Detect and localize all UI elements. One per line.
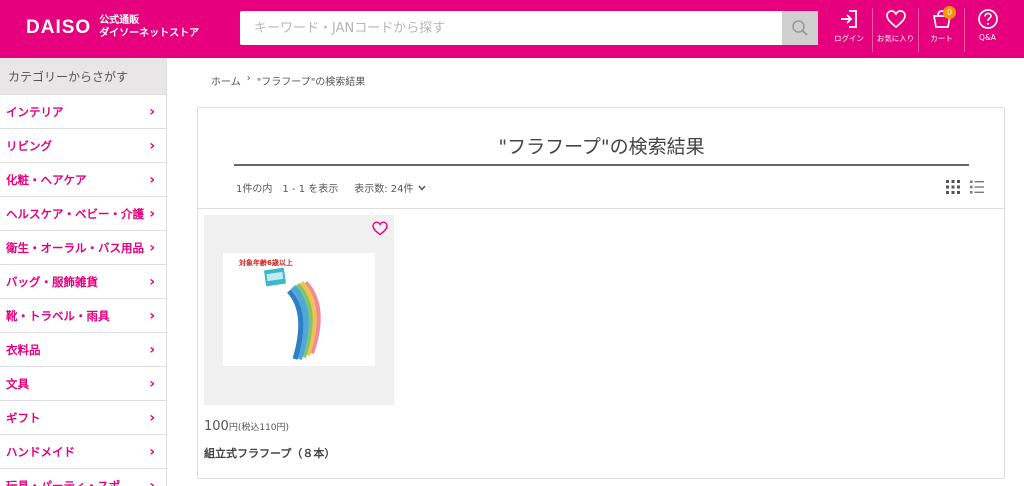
sidebar-item-living[interactable]: リビング › (0, 129, 166, 163)
sidebar-item-label: インテリア (6, 104, 64, 119)
list-view-icon[interactable] (970, 180, 984, 194)
qa-label: Q&A (979, 33, 996, 42)
breadcrumb-home[interactable]: ホーム (211, 73, 241, 88)
heart-icon (885, 10, 906, 29)
qa-button[interactable]: Q&A (964, 8, 1010, 52)
chevron-right-icon: › (149, 137, 155, 154)
sidebar-item-label: ヘルスケア・ベビー・介護 (6, 206, 144, 221)
search-input[interactable] (240, 11, 782, 45)
favorite-heart-icon[interactable] (372, 221, 388, 236)
sidebar-title: カテゴリーからさがす (0, 58, 166, 95)
search-button[interactable] (782, 11, 818, 45)
logo-line-2: ダイソーネットストア (99, 28, 200, 39)
per-page-select[interactable]: 表示数: 24件 (354, 180, 426, 195)
breadcrumb-separator: › (246, 73, 251, 84)
sidebar-item-healthcare[interactable]: ヘルスケア・ベビー・介護 › (0, 197, 166, 231)
header-actions: ログイン お気に入り 0 カート Q&A (826, 6, 1010, 52)
cart-button[interactable]: 0 カート (918, 6, 964, 52)
product-image-frame[interactable]: 対象年齢6歳以上 (204, 215, 394, 405)
search-icon (792, 20, 808, 36)
page-title: "フラフープ"の検索結果 (234, 132, 969, 166)
sidebar-item-bags[interactable]: バッグ・服飾雑貨 › (0, 265, 166, 299)
product-card[interactable]: 対象年齢6歳以上 100円(税込110円) 組立式フラフープ（８本） (204, 215, 394, 461)
search-results-panel: "フラフープ"の検索結果 1件の内 1 - 1 を表示 表示数: 24件 対象年… (197, 107, 1005, 479)
price-value: 100 (204, 419, 229, 434)
site-header: DAISO 公式通販 ダイソーネットストア ログイン (0, 0, 1024, 58)
sidebar-item-label: リビング (6, 138, 52, 153)
sidebar-item-toys[interactable]: 玩具・パーティ・スポ › (0, 469, 166, 486)
sidebar-item-hygiene[interactable]: 衛生・オーラル・バス用品 › (0, 231, 166, 265)
sidebar-item-shoes[interactable]: 靴・トラベル・雨具 › (0, 299, 166, 333)
chevron-right-icon: › (149, 341, 155, 358)
product-photo: 対象年齢6歳以上 (223, 253, 375, 366)
logo-wordmark: DAISO (26, 16, 92, 38)
product-package-label: 対象年齢6歳以上 (238, 258, 293, 267)
chevron-right-icon: › (149, 239, 155, 256)
sidebar-item-label: 靴・トラベル・雨具 (6, 308, 110, 323)
chevron-down-icon (417, 185, 426, 191)
price-tax-included: (税込110円) (237, 423, 290, 433)
chevron-right-icon: › (149, 103, 155, 120)
chevron-right-icon: › (149, 409, 155, 426)
sidebar-item-interior[interactable]: インテリア › (0, 95, 166, 129)
chevron-right-icon: › (149, 307, 155, 324)
logo-subtitle: 公式通販 ダイソーネットストア (99, 14, 199, 40)
cart-label: カート (930, 34, 953, 43)
category-sidebar: カテゴリーからさがす インテリア › リビング › 化粧・ヘアケア › ヘルスケア・ベ… (0, 58, 167, 486)
sidebar-item-cosmetics[interactable]: 化粧・ヘアケア › (0, 163, 166, 197)
sidebar-item-clothing[interactable]: 衣料品 › (0, 333, 166, 367)
login-icon (841, 10, 857, 28)
results-meta: 1件の内 1 - 1 を表示 表示数: 24件 (236, 180, 426, 195)
favorites-button[interactable]: お気に入り (872, 8, 918, 52)
sidebar-item-label: バッグ・服飾雑貨 (6, 274, 98, 289)
breadcrumb-current: "フラフープ"の検索結果 (256, 77, 366, 88)
product-price: 100円(税込110円) (204, 419, 394, 434)
chevron-right-icon: › (149, 273, 155, 290)
chevron-right-icon: › (149, 443, 155, 460)
sidebar-item-label: ハンドメイド (6, 444, 75, 459)
chevron-right-icon: › (149, 171, 155, 188)
logo-line-1: 公式通販 (99, 15, 140, 26)
question-icon (977, 9, 998, 29)
breadcrumb: ホーム › "フラフープ"の検索結果 (211, 73, 365, 88)
cart-count-badge: 0 (943, 6, 956, 19)
daiso-logo[interactable]: DAISO 公式通販 ダイソーネットストア (26, 14, 199, 40)
login-label: ログイン (834, 34, 864, 43)
sidebar-item-gift[interactable]: ギフト › (0, 401, 166, 435)
sidebar-item-label: 玩具・パーティ・スポ (6, 478, 121, 486)
chevron-right-icon: › (149, 205, 155, 222)
sidebar-item-label: 衛生・オーラル・バス用品 (6, 240, 144, 255)
results-divider (198, 208, 1004, 209)
sidebar-item-label: 衣料品 (6, 342, 41, 357)
chevron-right-icon: › (149, 375, 155, 392)
search-bar (240, 11, 818, 45)
product-name[interactable]: 組立式フラフープ（８本） (204, 445, 394, 461)
sidebar-item-handmade[interactable]: ハンドメイド › (0, 435, 166, 469)
favorites-label: お気に入り (876, 34, 915, 43)
sidebar-item-label: 化粧・ヘアケア (6, 172, 87, 187)
sidebar-item-stationery[interactable]: 文具 › (0, 367, 166, 401)
login-button[interactable]: ログイン (826, 8, 872, 52)
sidebar-item-label: ギフト (6, 410, 41, 425)
per-page-value: 表示数: 24件 (354, 184, 414, 195)
chevron-right-icon: › (149, 477, 155, 486)
sidebar-item-label: 文具 (6, 376, 29, 391)
price-unit: 円 (228, 423, 238, 433)
view-toggle (946, 180, 984, 194)
grid-view-icon[interactable] (946, 180, 960, 194)
results-summary: 1件の内 1 - 1 を表示 (236, 184, 339, 195)
